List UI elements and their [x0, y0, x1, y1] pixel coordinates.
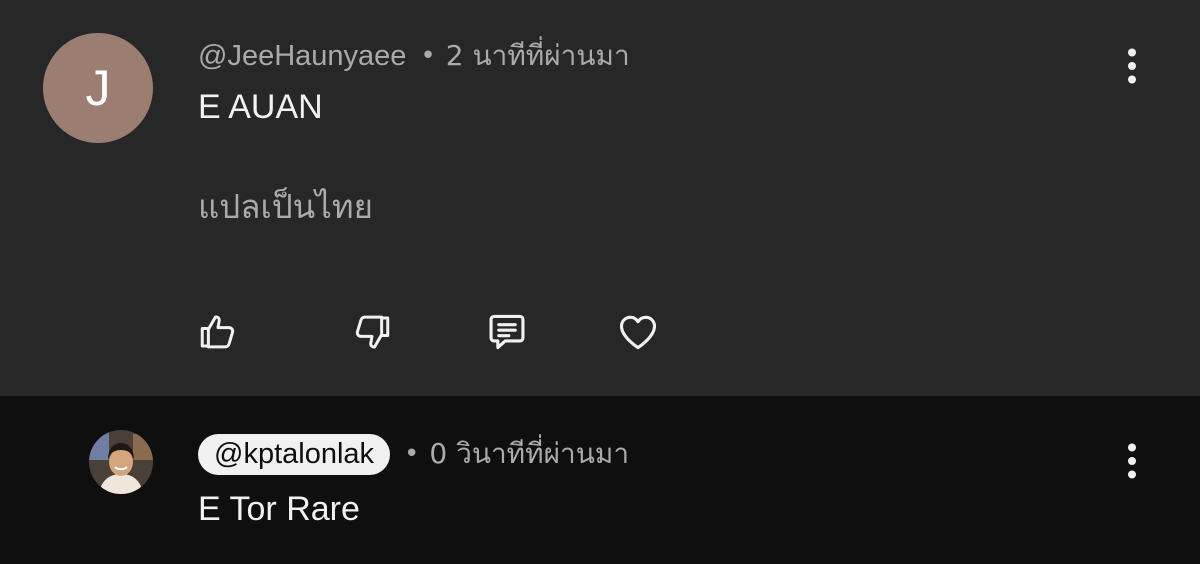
comment-author[interactable]: @JeeHaunyaee: [198, 40, 406, 73]
reply-more-button[interactable]: [1117, 437, 1147, 485]
reply-button[interactable]: [483, 308, 531, 356]
more-vert-icon: [1128, 48, 1136, 84]
user-photo-icon: [89, 430, 153, 494]
comment-more-button[interactable]: [1117, 42, 1147, 90]
dislike-button[interactable]: [348, 308, 396, 356]
reply-text: E Tor Rare: [198, 490, 360, 528]
comment-header: @JeeHaunyaee • 2 นาทีที่ผ่านมา: [198, 36, 630, 76]
separator-dot: •: [420, 41, 436, 71]
thumbs-down-icon: [355, 315, 390, 349]
avatar[interactable]: J: [43, 33, 153, 143]
separator-dot: •: [404, 439, 420, 469]
reply-header: @kptalonlak • 0 วินาทีที่ผ่านมา: [198, 430, 629, 478]
heart-icon: [619, 315, 657, 350]
comment-thread-item: J @JeeHaunyaee • 2 นาทีที่ผ่านมา E AUAN …: [0, 0, 1200, 396]
avatar-initial: J: [85, 60, 111, 116]
heart-button[interactable]: [614, 308, 662, 356]
reply-timestamp: 0 วินาทีที่ผ่านมา: [429, 437, 630, 470]
comment-text: E AUAN: [198, 88, 323, 126]
reply-author-chip[interactable]: @kptalonlak: [198, 433, 391, 475]
translate-link[interactable]: แปลเป็นไทย: [198, 180, 373, 233]
reply-avatar[interactable]: [89, 430, 153, 494]
thumbs-up-icon: [200, 315, 235, 349]
reply-item: [0, 396, 1200, 564]
comment-icon: [489, 314, 525, 350]
comment-timestamp: 2 นาทีที่ผ่านมา: [445, 39, 630, 72]
more-vert-icon: [1128, 443, 1136, 479]
like-button[interactable]: [194, 308, 242, 356]
